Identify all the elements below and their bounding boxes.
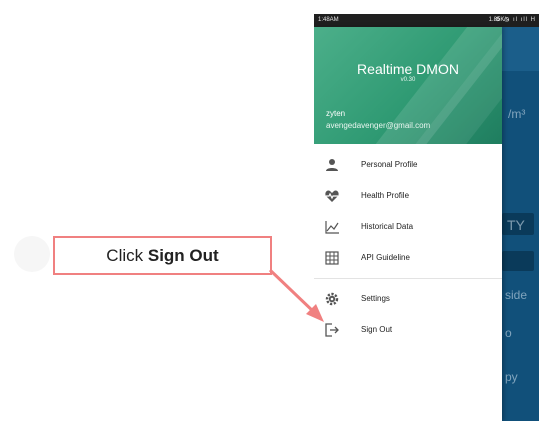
o-text: o <box>505 326 512 340</box>
quality-text: TY <box>507 217 525 233</box>
menu-item-label: Settings <box>361 294 390 303</box>
menu-item-settings[interactable]: Settings <box>314 285 502 315</box>
menu-item-sign-out[interactable]: Sign Out <box>314 316 502 346</box>
drawer-header: Realtime DMON v0.30 zyten avengedavenger… <box>314 27 502 144</box>
menu-item-historical-data[interactable]: Historical Data <box>314 213 502 243</box>
heart-pulse-icon <box>324 188 340 204</box>
navigation-drawer: Realtime DMON v0.30 zyten avengedavenger… <box>314 27 502 421</box>
menu-item-health-profile[interactable]: Health Profile <box>314 182 502 212</box>
menu-divider <box>314 278 502 279</box>
status-time: 1:48AM <box>318 17 339 23</box>
callout-action: Sign Out <box>147 246 219 265</box>
sign-out-icon <box>324 322 340 338</box>
app-title: Realtime DMON <box>357 61 459 77</box>
py-text: py <box>505 370 518 384</box>
user-name: zyten <box>326 109 346 118</box>
line-chart-icon <box>324 219 340 235</box>
menu-item-label: Personal Profile <box>361 160 418 169</box>
grid-icon <box>324 250 340 266</box>
menu-item-api-guideline[interactable]: API Guideline <box>314 244 502 274</box>
background-circle <box>14 236 50 272</box>
instruction-callout: Click Sign Out <box>53 236 272 275</box>
user-email: avengedavenger@gmail.com <box>326 121 431 130</box>
callout-prefix: Click <box>106 246 148 265</box>
gear-icon <box>324 291 340 307</box>
menu-item-label: Health Profile <box>361 191 410 200</box>
menu-item-label: Historical Data <box>361 222 414 231</box>
app-version: v0.30 <box>400 77 416 83</box>
menu-item-personal-profile[interactable]: Personal Profile <box>314 151 502 181</box>
bar-pill <box>502 251 534 271</box>
status-icons: ⚙ ◷ ıl ıll H <box>495 17 536 23</box>
menu-item-label: API Guideline <box>361 253 410 262</box>
person-icon <box>324 157 340 173</box>
side-text: side <box>505 288 528 302</box>
phone-screenshot: 1:48AM 1.85K/s ⚙ ◷ ıl ıll H /m³ TY side … <box>314 14 539 421</box>
status-bar: 1:48AM 1.85K/s ⚙ ◷ ıl ıll H <box>314 14 539 27</box>
menu-item-label: Sign Out <box>361 325 393 334</box>
unit-text: /m³ <box>508 107 526 121</box>
